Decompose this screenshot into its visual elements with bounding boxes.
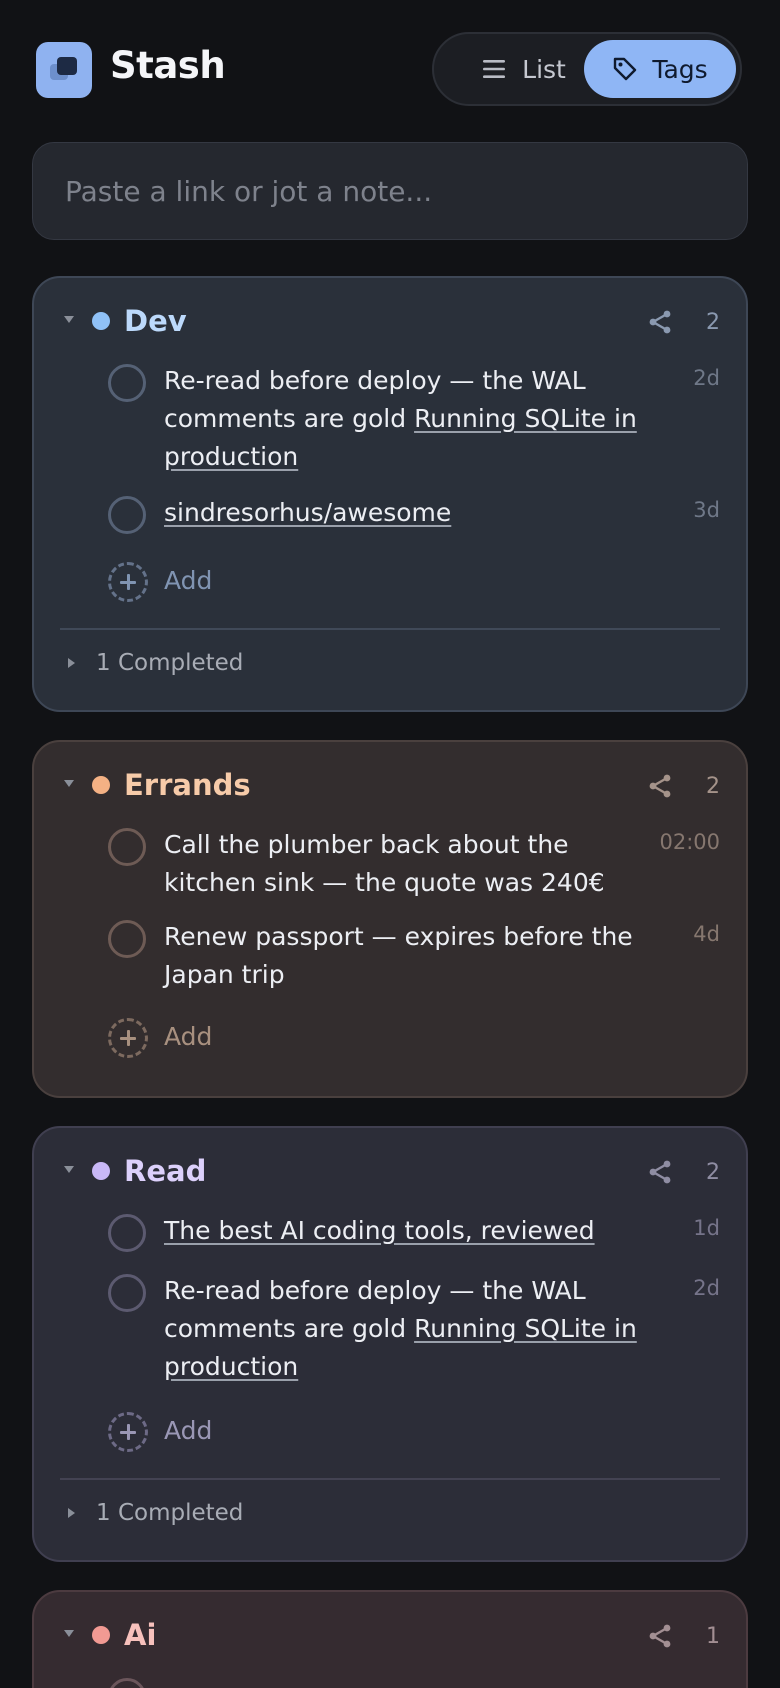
list-view-button[interactable]: List (454, 40, 594, 98)
share-icon[interactable] (646, 1622, 674, 1650)
item-age: 4d (693, 922, 720, 946)
item-text: Call the plumber back about the kitchen … (164, 826, 642, 902)
tag-group-errands: Errands 2 Call the plumber back about th… (32, 740, 748, 1098)
tag-name: Ai (124, 1618, 157, 1652)
add-label: Add (164, 1022, 213, 1051)
list-icon (483, 60, 506, 78)
collapse-caret-icon[interactable] (64, 316, 74, 323)
complete-checkbox[interactable] (108, 364, 146, 402)
complete-checkbox[interactable] (108, 920, 146, 958)
item-age: 1d (693, 1216, 720, 1240)
collapse-caret-icon[interactable] (64, 1166, 74, 1173)
item-link[interactable]: The best AI coding tools, reviewed (164, 1216, 595, 1245)
complete-checkbox[interactable] (108, 828, 146, 866)
tag-group-header: Read 2 (34, 1128, 746, 1220)
complete-checkbox[interactable] (108, 1274, 146, 1312)
tag-group-header: Dev 2 (34, 278, 746, 370)
add-label: Add (164, 1416, 213, 1445)
item-time: 02:00 (659, 830, 720, 854)
add-item-button[interactable]: Add (34, 1018, 746, 1062)
composer-box (32, 142, 748, 240)
list-view-label: List (522, 54, 566, 84)
completed-label: 1 Completed (96, 650, 244, 676)
add-icon (108, 562, 148, 602)
item-count: 1 (706, 1624, 720, 1649)
item-link[interactable]: sindresorhus/awesome (164, 498, 451, 527)
tag-name: Read (124, 1154, 207, 1188)
item-age: 3d (693, 498, 720, 522)
complete-checkbox[interactable] (108, 496, 146, 534)
divider (60, 628, 720, 630)
expand-caret-icon (68, 658, 75, 668)
view-toggle: List Tags (432, 32, 742, 106)
divider (60, 1478, 720, 1480)
tag-color-dot (92, 776, 110, 794)
tag-group-header: Ai 1 (34, 1592, 746, 1684)
complete-checkbox[interactable] (108, 1214, 146, 1252)
tags-view-button[interactable]: Tags (584, 40, 736, 98)
tag-color-dot (92, 312, 110, 330)
item-count: 2 (706, 774, 720, 799)
add-icon (108, 1018, 148, 1058)
tags-view-label: Tags (652, 54, 708, 84)
item-count: 2 (706, 1160, 720, 1185)
app-logo (36, 42, 92, 98)
item-count: 2 (706, 310, 720, 335)
tag-group-dev: Dev 2 Re-read before deploy — the WAL co… (32, 276, 748, 712)
item-age: 2d (693, 366, 720, 390)
item-text: Re-read before deploy — the WAL comments… (164, 362, 642, 476)
collapse-caret-icon[interactable] (64, 780, 74, 787)
app-header: Stash List Tags (0, 0, 780, 140)
tag-color-dot (92, 1626, 110, 1644)
add-label: Add (164, 566, 213, 595)
tag-group-header: Errands 2 (34, 742, 746, 834)
composer-input[interactable] (33, 143, 747, 239)
add-icon (108, 1412, 148, 1452)
completed-toggle[interactable]: 1 Completed (34, 1496, 746, 1536)
add-item-button[interactable]: Add (34, 562, 746, 606)
item-note: Call the plumber back about the kitchen … (164, 830, 605, 897)
item-text: sindresorhus/awesome (164, 494, 642, 532)
share-icon[interactable] (646, 308, 674, 336)
tag-color-dot (92, 1162, 110, 1180)
add-item-button[interactable]: Add (34, 1412, 746, 1456)
item-text: The best AI coding tools, reviewed (164, 1212, 642, 1250)
item-note: Renew passport — expires before the Japa… (164, 922, 633, 989)
item-text: Renew passport — expires before the Japa… (164, 918, 642, 994)
item-text: Re-read before deploy — the WAL comments… (164, 1272, 642, 1386)
completed-label: 1 Completed (96, 1500, 244, 1526)
tag-group-ai: Ai 1 (32, 1590, 748, 1688)
tag-name: Errands (124, 768, 251, 802)
share-icon[interactable] (646, 772, 674, 800)
share-icon[interactable] (646, 1158, 674, 1186)
item-age: 2d (693, 1276, 720, 1300)
tag-group-read: Read 2 The best AI coding tools, reviewe… (32, 1126, 748, 1562)
collapse-caret-icon[interactable] (64, 1630, 74, 1637)
stash-app: Stash List Tags Dev 2 Re-read befo (0, 0, 780, 1688)
tag-icon (614, 57, 637, 81)
app-title: Stash (110, 44, 226, 87)
tag-name: Dev (124, 304, 187, 338)
expand-caret-icon (68, 1508, 75, 1518)
completed-toggle[interactable]: 1 Completed (34, 646, 746, 686)
